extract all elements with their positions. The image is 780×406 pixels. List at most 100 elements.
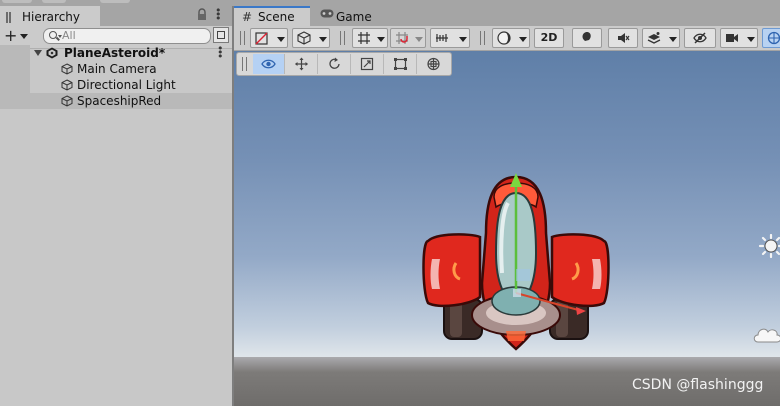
move-tool-button[interactable]: [286, 54, 318, 74]
chevron-down-icon: [415, 37, 423, 42]
scene-name: PlaneAsteroid*: [64, 46, 166, 60]
hierarchy-tab-bar: Hierarchy • • •: [0, 5, 232, 26]
tree-gutter: [0, 45, 30, 61]
tab-game[interactable]: Game: [314, 6, 374, 26]
effects-button[interactable]: [642, 28, 680, 48]
snap-button[interactable]: [390, 28, 426, 48]
chevron-down-icon: [319, 37, 327, 42]
search-options-button[interactable]: [213, 27, 229, 43]
search-input[interactable]: [62, 29, 202, 42]
scene-menu-icon[interactable]: • • •: [217, 43, 224, 62]
lightbulb-icon: [582, 32, 591, 44]
scene-viewport[interactable]: CSDN @flashinggg: [234, 51, 780, 406]
draw-mode-button[interactable]: [250, 28, 288, 48]
snap-grid-icon: [396, 32, 408, 44]
cube-icon: [297, 31, 311, 45]
tree-gutter: [0, 61, 30, 77]
gizmo-globe-icon: [767, 31, 780, 45]
video-camera-icon: [726, 34, 738, 42]
tree-item-scene[interactable]: PlaneAsteroid* • • •: [0, 43, 232, 62]
ruler-icon: [436, 34, 448, 42]
transform-icon: [427, 57, 440, 71]
expand-arrow-icon[interactable]: [34, 50, 42, 56]
render-mode-button[interactable]: [292, 28, 330, 48]
rotate-icon: [329, 57, 340, 69]
top-strip-tab: [2, 0, 32, 3]
chevron-down-icon: [669, 37, 677, 42]
mute-speaker-icon: [618, 33, 630, 43]
spaceship-red-sprite[interactable]: [420, 173, 612, 351]
add-object-button[interactable]: +: [4, 27, 34, 45]
sphere-icon: [497, 31, 511, 45]
overlay-grip-icon[interactable]: [242, 57, 247, 71]
eye-icon: [261, 59, 276, 69]
tree-item-label: Directional Light: [77, 78, 176, 92]
cloud-icon: [753, 328, 780, 343]
chevron-down-icon: [519, 37, 527, 42]
grid-icon: [358, 32, 370, 44]
toggle-2d-label: 2D: [540, 31, 558, 44]
tab-hierarchy-label: Hierarchy: [22, 10, 81, 24]
shading-button[interactable]: [492, 28, 530, 48]
search-icon: [49, 31, 57, 39]
gameobject-cube-icon: [61, 63, 73, 75]
audio-toggle-button[interactable]: [608, 28, 638, 48]
top-strip-tab: [42, 0, 66, 3]
rect-tool-icon: [394, 58, 407, 70]
watermark-text: CSDN @flashinggg: [632, 377, 764, 393]
chevron-down-icon: [747, 37, 755, 42]
scene-toolbar: 2D: [234, 26, 780, 51]
eye-hidden-icon: [693, 32, 707, 44]
transform-tools-overlay: [236, 52, 452, 76]
grid-hash-icon: #: [242, 10, 253, 24]
unity-scene-icon: [46, 47, 58, 59]
tree-item-main-camera[interactable]: Main Camera: [0, 61, 232, 77]
toggle-2d-button[interactable]: 2D: [534, 28, 564, 48]
rect-tool-button[interactable]: [385, 54, 417, 74]
tab-game-label: Game: [336, 10, 372, 24]
directional-light-sun-icon[interactable]: [757, 234, 780, 258]
tab-hierarchy[interactable]: Hierarchy: [0, 6, 100, 26]
tree-item-label: Main Camera: [77, 62, 157, 76]
tab-scene-label: Scene: [258, 10, 295, 24]
gizmos-button[interactable]: [762, 28, 780, 48]
scene-visibility-button[interactable]: [684, 28, 716, 48]
top-strip-tab: [100, 0, 130, 3]
draw-mode-icon: [255, 32, 268, 45]
panel-menu-icon[interactable]: • • •: [215, 5, 222, 24]
transform-tool-button[interactable]: [418, 54, 450, 74]
drag-grip-icon[interactable]: [6, 12, 11, 23]
tab-scene[interactable]: # Scene: [234, 6, 310, 26]
view-tool-button[interactable]: [253, 54, 285, 74]
scene-tab-bar: # Scene Game: [234, 6, 780, 26]
increment-snap-button[interactable]: [430, 28, 470, 48]
tree-item-label: SpaceshipRed: [77, 94, 162, 108]
chevron-down-icon: [277, 37, 285, 42]
scale-tool-button[interactable]: [352, 54, 384, 74]
toolbar-grip-icon[interactable]: [240, 31, 245, 45]
grid-toggle-button[interactable]: [352, 28, 388, 48]
chevron-down-icon: [20, 34, 28, 39]
rotate-tool-button[interactable]: [319, 54, 351, 74]
toolbar-grip-icon[interactable]: [480, 31, 485, 45]
tree-item-spaceship-red[interactable]: SpaceshipRed: [0, 93, 232, 109]
gameobject-cube-icon: [61, 79, 73, 91]
hierarchy-search[interactable]: [43, 28, 211, 44]
tree-gutter: [0, 77, 30, 93]
gameobject-cube-icon: [61, 95, 73, 107]
chevron-down-icon: [459, 37, 467, 42]
tree-item-directional-light[interactable]: Directional Light: [0, 77, 232, 93]
gamepad-icon: [320, 9, 334, 18]
scale-icon: [360, 57, 374, 71]
lighting-toggle-button[interactable]: [572, 28, 602, 48]
move-arrows-icon: [295, 57, 308, 71]
hierarchy-panel: Hierarchy ••• + PlaneAsteroid* •••: [0, 5, 232, 406]
scene-panel: # Scene Game 2D CSDN @flashinggg: [234, 6, 780, 406]
lock-icon[interactable]: [197, 8, 207, 22]
chevron-down-icon: [377, 37, 385, 42]
toolbar-grip-icon[interactable]: [340, 31, 345, 45]
tree-gutter: [0, 93, 30, 109]
hierarchy-tree: PlaneAsteroid* • • • Main Camera Direction…: [0, 43, 232, 109]
camera-settings-button[interactable]: [720, 28, 758, 48]
layers-effects-icon: [647, 32, 661, 44]
